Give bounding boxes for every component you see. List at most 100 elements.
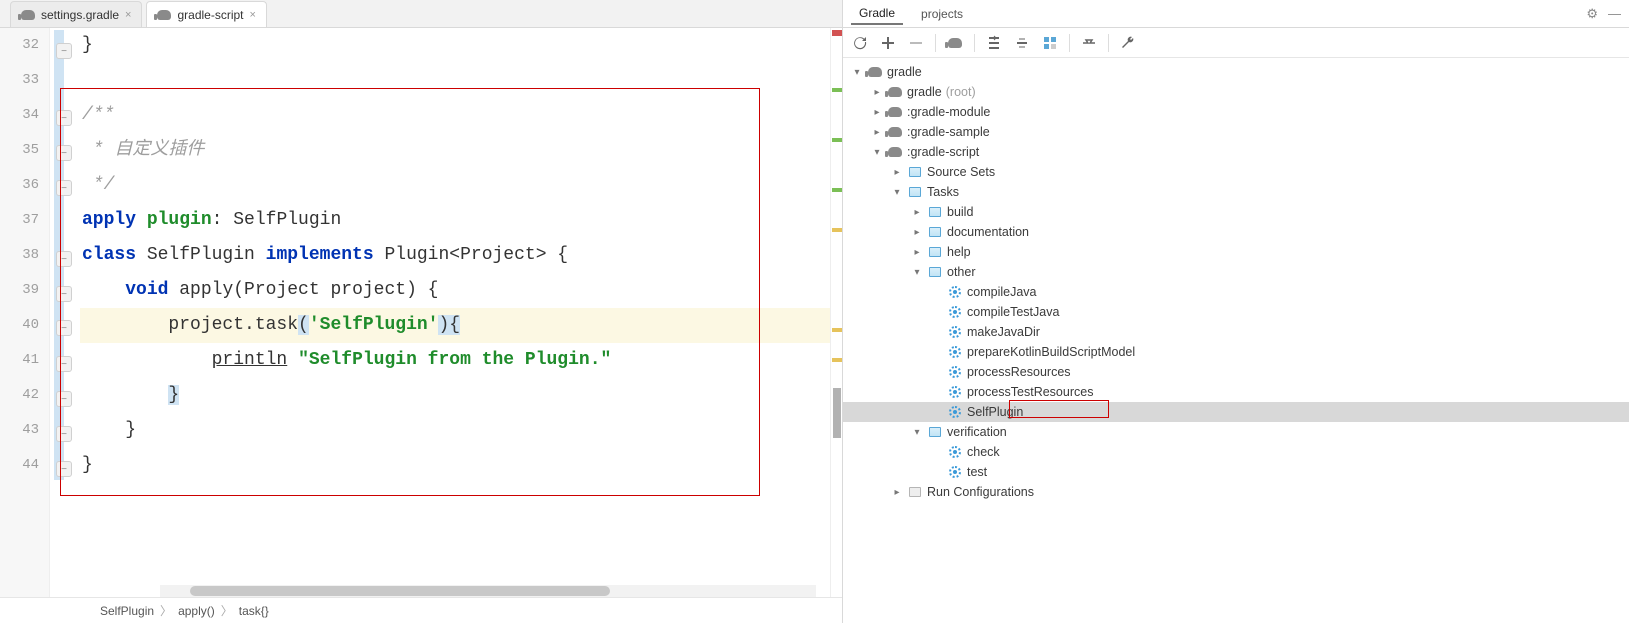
gradle-icon[interactable] [946,34,964,52]
editor-pane: settings.gradle × gradle-script × 323334353… [0,0,843,623]
breadcrumb-item[interactable]: task{} [239,604,269,618]
folder-icon [907,187,923,197]
editor-tab-label: settings.gradle [41,8,119,22]
tree-node-label: :gradle-script [907,145,979,159]
breadcrumbs[interactable]: SelfPlugin〉apply()〉task{} [0,597,842,623]
editor-tab-1[interactable]: gradle-script × [146,1,266,27]
tree-node[interactable]: ▸ :gradle-module [843,102,1629,122]
folder-icon [907,487,923,497]
offline-icon[interactable] [1080,34,1098,52]
tree-node[interactable]: ▸SelfPlugin [843,402,1629,422]
tree-node[interactable]: ▸:gradle-sample [843,122,1629,142]
gear-icon [947,446,963,458]
close-icon[interactable]: × [250,9,256,21]
fold-handle[interactable]: − [56,43,72,59]
tree-node[interactable]: ▾ :gradle-script [843,142,1629,162]
chevron-down-icon[interactable]: ▾ [911,267,923,278]
tree-node-label: gradle [907,85,942,99]
tree-node-label: processTestResources [967,385,1093,399]
editor-tab-label: gradle-script [177,8,243,22]
tree-node-label: prepareKotlinBuildScriptModel [967,345,1135,359]
gradle-tree[interactable]: ▾gradle▸gradle (root)▸:gradle-module▸:gr… [843,58,1629,623]
chevron-right-icon[interactable]: ▸ [871,87,883,98]
add-icon[interactable] [879,34,897,52]
code-area[interactable]: }/** * 自定义插件 */apply plugin: SelfPluginc… [80,28,830,597]
annotation-box [60,88,760,496]
tree-node[interactable]: ▾ Tasks [843,182,1629,202]
chevron-right-icon[interactable]: ▸ [891,487,903,498]
chevron-down-icon[interactable]: ▾ [891,187,903,198]
tree-node-label: Tasks [927,185,959,199]
chevron-right-icon[interactable]: ▸ [871,127,883,138]
tree-node[interactable]: ▸test [843,462,1629,482]
tree-node-label: documentation [947,225,1029,239]
line-number: 38 [0,238,39,273]
chevron-right-icon[interactable]: ▸ [891,167,903,178]
tree-node[interactable]: ▸check [843,442,1629,462]
chevron-right-icon[interactable]: ▸ [911,247,923,258]
elephant-icon [887,87,903,97]
tree-node[interactable]: ▾verification [843,422,1629,442]
tree-node-suffix: (root) [946,85,976,99]
horizontal-scrollbar-thumb[interactable] [190,586,610,596]
annotation-box [1009,400,1109,418]
chevron-down-icon[interactable]: ▾ [871,147,883,158]
expand-all-icon[interactable] [985,34,1003,52]
code-line[interactable]: } [80,28,830,63]
chevron-down-icon[interactable]: ▾ [851,67,863,78]
tree-node[interactable]: ▸ Source Sets [843,162,1629,182]
refresh-icon[interactable] [851,34,869,52]
chevron-right-icon[interactable]: ▸ [911,227,923,238]
chevron-right-icon[interactable]: ▸ [911,207,923,218]
folder-icon [927,207,943,217]
tree-node[interactable]: ▸Run Configurations [843,482,1629,502]
tree-node[interactable]: ▸ documentation [843,222,1629,242]
line-number: 41 [0,343,39,378]
folder-icon [927,247,943,257]
gear-icon [947,366,963,378]
toolwindow-tabs: Gradle projects ⚙ — [843,0,1629,28]
horizontal-scrollbar-track[interactable] [160,585,816,597]
gear-icon [947,466,963,478]
editor-marker-strip[interactable] [830,28,842,597]
tree-node[interactable]: ▸ gradle (root) [843,82,1629,102]
line-number: 39 [0,273,39,308]
folder-icon [907,167,923,177]
tree-node-label: :gradle-module [907,105,990,119]
tab-gradle[interactable]: Gradle [851,3,903,25]
chevron-down-icon[interactable]: ▾ [911,427,923,438]
tasks-icon[interactable] [1041,34,1059,52]
tree-node[interactable]: ▸makeJavaDir [843,322,1629,342]
breadcrumb-item[interactable]: SelfPlugin [100,604,154,618]
tab-projects[interactable]: projects [913,3,971,25]
tree-node-label: compileTestJava [967,305,1059,319]
tree-node-label: Source Sets [927,165,995,179]
editor-body: 32333435363738394041424344 −−−−−−−−−−− }… [0,28,842,597]
minimize-icon[interactable]: — [1608,6,1621,22]
tree-node[interactable]: ▸compileTestJava [843,302,1629,322]
wrench-icon[interactable] [1119,34,1137,52]
tree-node[interactable]: ▸processResources [843,362,1629,382]
gear-icon [947,306,963,318]
elephant-icon [887,127,903,137]
tree-node-label: help [947,245,971,259]
tree-node[interactable]: ▸build [843,202,1629,222]
elephant-icon [887,107,903,117]
line-number: 44 [0,448,39,483]
tree-node[interactable]: ▾other [843,262,1629,282]
tree-node[interactable]: ▸compileJava [843,282,1629,302]
editor-tab-0[interactable]: settings.gradle × [10,1,142,27]
remove-icon[interactable] [907,34,925,52]
chevron-icon: 〉 [221,602,233,619]
tree-node[interactable]: ▾gradle [843,62,1629,82]
tree-node[interactable]: ▸processTestResources [843,382,1629,402]
collapse-all-icon[interactable] [1013,34,1031,52]
settings-icon[interactable]: ⚙ [1586,6,1598,22]
tree-node[interactable]: ▸prepareKotlinBuildScriptModel [843,342,1629,362]
chevron-right-icon[interactable]: ▸ [871,107,883,118]
close-icon[interactable]: × [125,9,131,21]
breadcrumb-item[interactable]: apply() [178,604,215,618]
tree-node[interactable]: ▸ help [843,242,1629,262]
line-number: 33 [0,63,39,98]
tree-node-label: check [967,445,1000,459]
